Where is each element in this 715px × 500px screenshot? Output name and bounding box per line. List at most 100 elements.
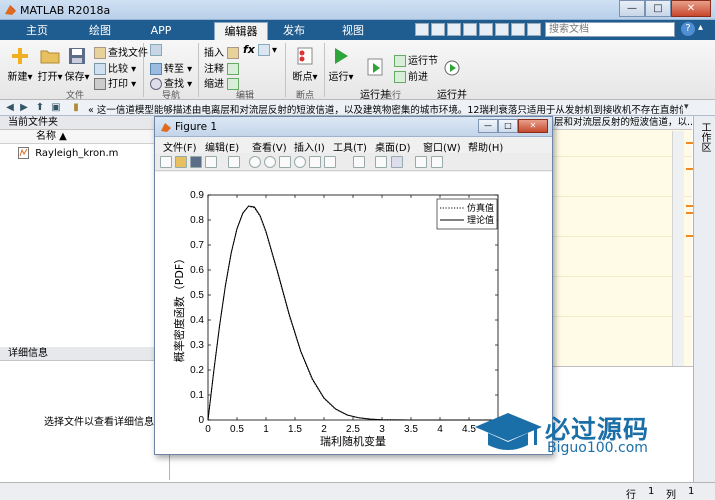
current-folder-panel: 当前文件夹 名称 ▲ Rayleigh_kron.m [0,116,170,346]
back-arrow-icon[interactable]: ◀ [4,102,16,114]
compare-icon [94,63,106,75]
new-button[interactable]: 新建▾ [6,46,34,83]
group-separator [324,43,325,97]
insert-label: 插入 [204,48,224,59]
quick-redo-icon[interactable] [495,23,509,36]
data-cursor-icon[interactable] [309,156,321,168]
quick-switch-icon[interactable] [511,23,525,36]
help-icon[interactable]: ? [681,22,695,36]
tab-plots[interactable]: 绘图 [75,22,125,40]
file-name: Rayleigh_kron.m [35,148,119,159]
save-button[interactable]: 保存▾ [64,46,90,83]
editor-scrollbar[interactable] [672,131,684,366]
search-docs-input[interactable]: 搜索文档 [545,22,675,37]
group-separator [143,43,144,97]
edit-plot-cursor-icon[interactable] [228,156,240,168]
open-file-icon[interactable] [175,156,187,168]
editor-line [552,196,692,197]
comment-button[interactable]: 注释 [204,60,241,75]
run-button[interactable]: 运行▾ [328,46,354,83]
file-item[interactable]: Rayleigh_kron.m [18,147,118,159]
x-tick-label: 2 [321,424,327,435]
path-dropdown-icon[interactable]: ▾ [684,102,689,112]
colorbar-icon[interactable] [375,156,387,168]
goto-button[interactable]: 转至 ▾ [150,60,192,75]
show-plot-tools-icon[interactable] [431,156,443,168]
menu-help[interactable]: 帮助(H) [468,139,503,154]
zoom-in-icon[interactable] [249,156,261,168]
zoom-out-icon[interactable] [264,156,276,168]
tab-home[interactable]: 主页 [12,22,62,40]
fx-button[interactable]: fx [243,43,255,56]
figure-title-bar[interactable]: Figure 1 — □ ✕ [155,117,552,137]
run-label: 运行 [328,72,349,83]
save-figure-icon[interactable] [190,156,202,168]
breakpoints-button[interactable]: 断点▾ [290,46,320,83]
editor-header: 层和对流层反射的短波信道，以... [552,116,692,130]
hide-plot-tools-icon[interactable] [415,156,427,168]
browse-folder-icon[interactable]: ▣ [50,102,62,114]
menu-insert[interactable]: 插入(I) [294,139,325,154]
tab-editor[interactable]: 编辑器 [214,22,268,40]
insert-button[interactable]: 插入 [204,44,241,59]
watermark-site: Biguo100.com [547,440,648,456]
quick-paste-icon[interactable] [463,23,477,36]
figure-menu-bar: 文件(F) 编辑(E) 查看(V) 插入(I) 工具(T) 桌面(D) 窗口(W… [155,137,552,154]
fx-dropdown[interactable]: ▾ [258,44,277,56]
y-tick-label: 0.4 [190,315,204,326]
close-button[interactable]: ✕ [671,0,711,17]
workspace-label[interactable]: 工作区 [697,122,712,152]
x-tick-label: 2.5 [346,424,360,435]
forward-arrow-icon[interactable]: ▶ [18,102,30,114]
tab-apps[interactable]: APP [138,22,184,40]
nav-back-forward[interactable] [150,44,164,56]
compare-label: 比较 [108,64,128,75]
menu-file[interactable]: 文件(F) [163,139,197,154]
figure-minimize-button[interactable]: — [478,119,498,133]
nav-arrows-icon [150,44,162,56]
maximize-button[interactable]: □ [645,0,671,17]
col-label: 列 [666,490,676,500]
magnifier-icon [150,78,162,90]
y-tick-label: 0.2 [190,365,204,376]
legend-icon[interactable] [391,156,403,168]
stopwatch-icon [444,60,460,76]
tab-publish[interactable]: 发布 [273,22,315,40]
find-files-button[interactable]: 查找文件 [94,44,148,59]
print-button[interactable]: 打印 ▾ [94,75,136,90]
menu-edit[interactable]: 编辑(E) [205,139,239,154]
pan-hand-icon[interactable] [279,156,291,168]
brush-icon[interactable] [324,156,336,168]
minimize-button[interactable]: — [619,0,645,17]
link-plot-icon[interactable] [353,156,365,168]
row-label: 行 [626,490,636,500]
collapse-ribbon-icon[interactable]: ▴ [698,22,711,35]
insert-icon [227,47,240,59]
menu-view[interactable]: 查看(V) [252,139,287,154]
up-folder-icon[interactable]: ⬆ [34,102,46,114]
new-figure-icon[interactable] [160,156,172,168]
window-title: MATLAB R2018a [20,4,111,17]
quick-save-icon[interactable] [415,23,429,36]
figure-maximize-button[interactable]: □ [498,119,518,133]
editor-area[interactable] [552,116,692,366]
menu-window[interactable]: 窗口(W) [423,139,461,154]
rotate-3d-icon[interactable] [294,156,306,168]
y-tick-label: 0.7 [190,240,204,251]
quick-settings-icon[interactable] [527,23,541,36]
figure-close-button[interactable]: ✕ [518,119,548,133]
open-button[interactable]: 打开▾ [36,46,64,83]
menu-tools[interactable]: 工具(T) [333,139,367,154]
advance-label: 前进 [408,72,428,83]
print-figure-icon[interactable] [205,156,217,168]
advance-button[interactable]: 前进 [394,68,428,83]
compare-button[interactable]: 比较 ▾ [94,60,136,75]
quick-copy-icon[interactable] [447,23,461,36]
menu-desktop[interactable]: 桌面(D) [375,139,411,154]
tab-view[interactable]: 视图 [330,22,376,40]
name-column-header[interactable]: 名称 ▲ [0,130,169,144]
quick-undo-icon[interactable] [479,23,493,36]
run-section-button[interactable]: 运行节 [394,52,438,67]
quick-cut-icon[interactable] [431,23,445,36]
current-path[interactable]: « 这一信道模型能够描述由电离层和对流层反射的短波信道，以及建筑物密集的城市环境… [88,102,683,116]
